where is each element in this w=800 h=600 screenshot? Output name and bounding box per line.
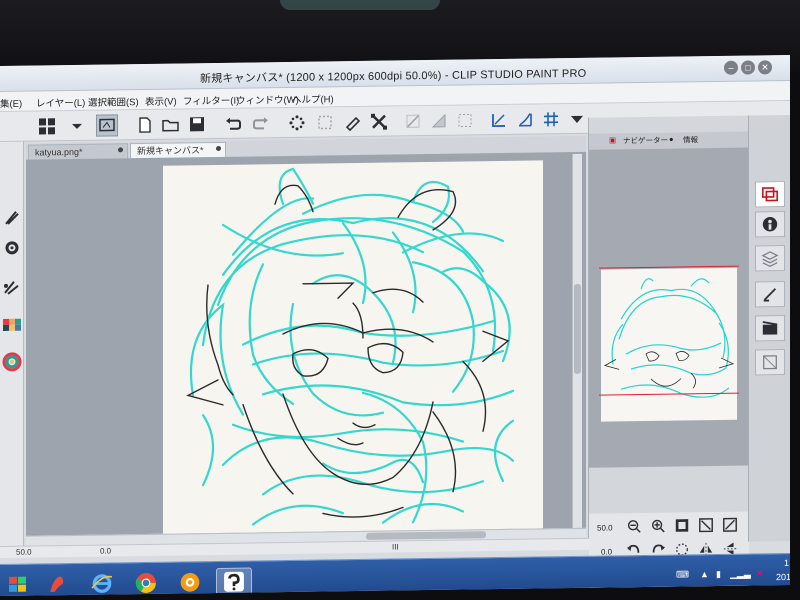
snap-icon[interactable] (428, 110, 450, 132)
navigator-palette-icon[interactable] (755, 181, 785, 208)
new-file-icon[interactable] (134, 114, 156, 136)
special-ruler-icon[interactable] (514, 109, 536, 131)
grid-icon[interactable] (454, 109, 476, 131)
perspective-icon[interactable] (488, 109, 510, 131)
clear-icon[interactable] (286, 112, 308, 134)
signal-icon[interactable]: ▁▂▃ (730, 569, 751, 580)
color-set-icon[interactable] (2, 318, 22, 338)
internet-explorer-icon[interactable] (84, 569, 120, 596)
menu-layer[interactable]: レイヤー(L) (36, 95, 85, 110)
brush-tool-icon[interactable] (2, 208, 22, 228)
zoom-readout: 50.0 (16, 547, 32, 557)
open-folder-icon[interactable] (160, 113, 182, 135)
tab-label: 新規キャンバス* (137, 145, 204, 157)
transform-icon[interactable] (314, 111, 336, 133)
tab-new-canvas[interactable]: 新規キャンバス* (130, 141, 226, 159)
menu-window[interactable]: ウィンドウ(W) (236, 92, 299, 107)
navigator-view-frame[interactable] (599, 265, 739, 396)
screen: 新規キャンバス* (1200 x 1200px 600dpi 50.0%) - … (0, 54, 790, 596)
navigator-preview-area[interactable] (589, 147, 749, 468)
actual-size-icon[interactable] (673, 516, 691, 534)
clip-studio-icon[interactable] (216, 567, 252, 596)
clock-time[interactable]: 1 (784, 558, 789, 568)
maximize-button[interactable]: □ (741, 60, 755, 75)
color-wheel-icon[interactable] (2, 352, 22, 372)
start-icon[interactable] (0, 570, 36, 596)
dropdown-icon[interactable] (66, 115, 88, 137)
fit-to-window-icon[interactable] (697, 516, 715, 534)
tab-label: katyua.png* (35, 146, 83, 158)
menu-filter[interactable]: フィルター(I) (183, 93, 239, 108)
subtool-icon[interactable] (2, 278, 22, 298)
close-tab-icon[interactable] (118, 147, 123, 153)
app-icon[interactable] (40, 570, 76, 596)
menu-help[interactable]: ヘルプ(H) (292, 91, 334, 106)
notification-icon[interactable]: ✕ (756, 568, 764, 579)
minimize-button[interactable]: – (724, 60, 738, 75)
material-icon[interactable] (755, 281, 785, 308)
tab-katyua[interactable]: katyua.png* (28, 143, 128, 160)
quick-access-icon[interactable] (96, 114, 118, 137)
item-bank-icon[interactable] (755, 349, 785, 376)
network-icon[interactable]: ▮ (716, 569, 721, 580)
sketch-drawing (186, 167, 515, 526)
keyboard-icon[interactable]: ⌨ (676, 569, 689, 580)
tool-palette (0, 141, 24, 553)
canvas-workspace[interactable] (26, 151, 586, 536)
undo-icon[interactable] (222, 113, 244, 135)
redo-icon[interactable] (250, 112, 272, 134)
palette-dock (748, 114, 790, 542)
scroll-thumb[interactable] (574, 283, 581, 374)
tab-info[interactable]: 情報 (683, 134, 698, 145)
tray-up-icon[interactable]: ▲ (700, 569, 709, 579)
position-readout: III (392, 542, 399, 552)
tab-navigator[interactable]: ナビゲーター (623, 135, 668, 147)
close-tab-icon[interactable] (216, 145, 221, 151)
animation-icon[interactable] (755, 315, 785, 342)
navigator-tab-icon[interactable]: ▣ (609, 135, 616, 144)
gear-icon[interactable] (2, 238, 22, 258)
screen-reflection (280, 0, 440, 10)
fit-width-icon[interactable] (721, 516, 739, 534)
ruler-grid-icon[interactable] (540, 108, 562, 130)
toolbar-menu-icon[interactable] (566, 108, 588, 130)
zoom-out-icon[interactable] (625, 517, 643, 535)
info-tab-icon[interactable]: ● (669, 135, 674, 144)
ruler-icon[interactable] (402, 110, 424, 132)
save-icon[interactable] (186, 113, 208, 135)
menu-grid-icon[interactable] (36, 115, 58, 137)
navigator-zoom-value: 50.0 (597, 523, 613, 533)
firefox-icon[interactable] (172, 568, 208, 596)
zoom-in-icon[interactable] (649, 517, 667, 535)
window-title: 新規キャンバス* (1200 x 1200px 600dpi 50.0%) - … (200, 67, 587, 86)
angle-readout: 0.0 (100, 546, 112, 556)
fill-icon[interactable] (342, 111, 364, 133)
clock-date[interactable]: 201 (776, 572, 790, 582)
chrome-icon[interactable] (128, 569, 164, 596)
taskbar: ⌨ ▲ ▮ ▁▂▃ ✕ 1 201 (0, 552, 790, 596)
layers-icon[interactable] (755, 245, 785, 272)
layer-property-icon[interactable] (755, 211, 785, 238)
menu-view[interactable]: 表示(V) (145, 94, 177, 108)
close-button[interactable]: ✕ (758, 60, 772, 75)
vertical-scrollbar[interactable] (572, 153, 582, 529)
navigator-panel: ▣ ナビゲーター ● 情報 50.0 0.0 (588, 115, 749, 596)
deselect-icon[interactable] (368, 111, 390, 133)
menu-selection[interactable]: 選択範囲(S) (88, 94, 139, 109)
drawing-canvas[interactable] (163, 160, 543, 534)
menu-edit[interactable]: 集(E) (0, 96, 22, 110)
